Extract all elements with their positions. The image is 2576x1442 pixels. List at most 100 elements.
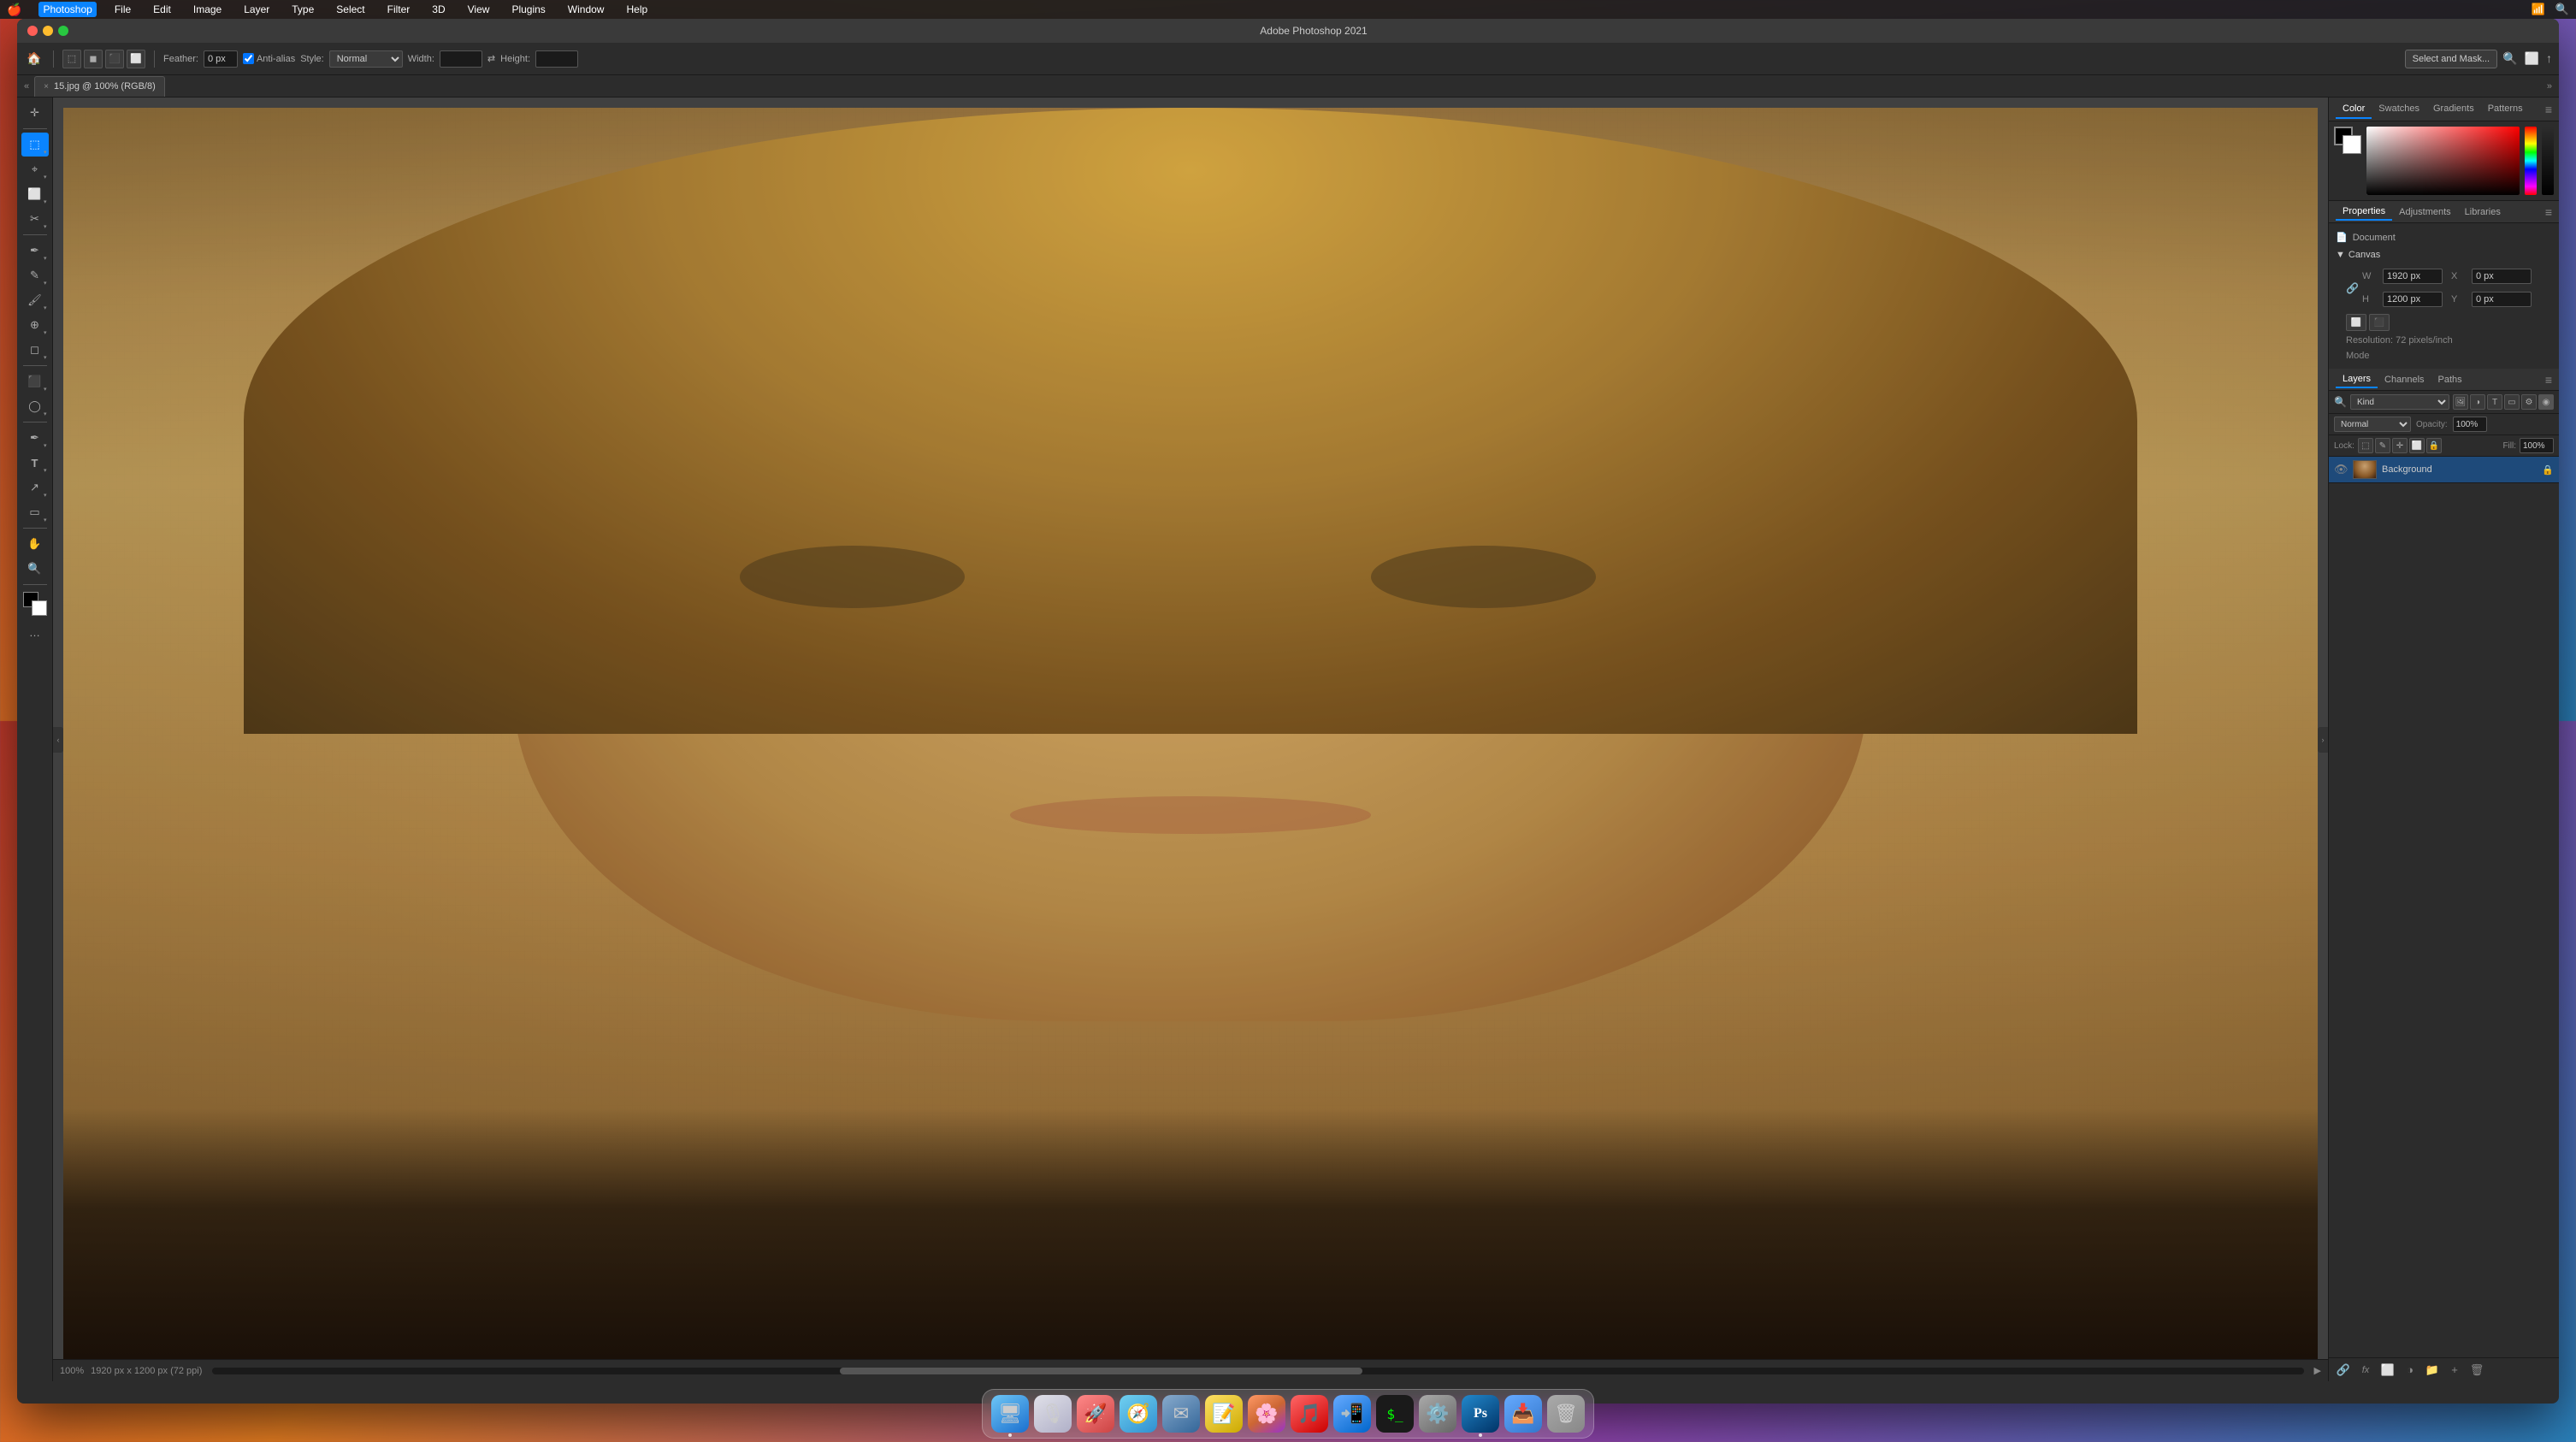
y-prop-input[interactable] — [2472, 292, 2532, 307]
dock-downloads[interactable]: 📥 — [1504, 1395, 1542, 1433]
zoom-btn[interactable]: 🔍 — [21, 557, 49, 581]
3d-menu[interactable]: 3D — [428, 2, 449, 17]
clone-btn[interactable]: ⊕▾ — [21, 313, 49, 337]
hand-btn[interactable]: ✋ — [21, 532, 49, 556]
filter-pixel-btn[interactable]: 🖼 — [2453, 394, 2468, 410]
width-input[interactable] — [440, 50, 482, 68]
help-menu[interactable]: Help — [622, 2, 652, 17]
tab-layers[interactable]: Layers — [2336, 371, 2378, 388]
canvas-header[interactable]: ▼ Canvas — [2336, 246, 2552, 263]
type-btn[interactable]: T▾ — [21, 451, 49, 475]
filter-adj-btn[interactable]: ◑ — [2470, 394, 2485, 410]
heal-btn[interactable]: ✎▾ — [21, 263, 49, 287]
link-icon[interactable]: 🔗 — [2346, 282, 2359, 294]
search-menubar-icon[interactable]: 🔍 — [2555, 3, 2569, 16]
tool-opt4[interactable]: ⬜ — [127, 50, 145, 68]
layer-menu[interactable]: Layer — [239, 2, 274, 17]
plugins-menu[interactable]: Plugins — [507, 2, 549, 17]
tab-color[interactable]: Color — [2336, 100, 2372, 119]
add-mask-btn[interactable]: ⬜ — [2378, 1361, 2397, 1380]
minimize-button[interactable] — [43, 26, 53, 36]
tab-channels[interactable]: Channels — [2378, 372, 2431, 387]
dock-appstore[interactable]: 📲 — [1333, 1395, 1371, 1433]
window-menu[interactable]: Window — [564, 2, 609, 17]
canvas-area[interactable]: ‹ › — [53, 98, 2328, 1381]
eyedropper-btn[interactable]: ✒▾ — [21, 239, 49, 263]
resize-btn-2[interactable]: ⬛ — [2369, 314, 2390, 331]
tab-libraries[interactable]: Libraries — [2458, 204, 2508, 220]
filter-smart-btn[interactable]: ⚙ — [2521, 394, 2537, 410]
lock-artboard-btn[interactable]: ⬜ — [2409, 438, 2425, 453]
lock-draw-btn[interactable]: ✎ — [2375, 438, 2390, 453]
collapse-tools-btn[interactable]: ‹ — [53, 727, 63, 753]
dock-photos[interactable]: 🌸 — [1248, 1395, 1285, 1433]
tab-patterns[interactable]: Patterns — [2481, 100, 2530, 119]
shape-btn[interactable]: ▭▾ — [21, 500, 49, 524]
path-sel-btn[interactable]: ↗▾ — [21, 476, 49, 499]
maximize-button[interactable] — [58, 26, 68, 36]
dock-safari[interactable]: 🧭 — [1120, 1395, 1157, 1433]
background-color[interactable] — [32, 600, 47, 616]
dodge-btn[interactable]: ◯▾ — [21, 394, 49, 418]
lasso-tool-btn[interactable]: ⌖▾ — [21, 157, 49, 181]
filter-shape-btn[interactable]: ▭ — [2504, 394, 2520, 410]
dock-music[interactable]: 🎵 — [1291, 1395, 1328, 1433]
style-select[interactable]: Normal Fixed Ratio Fixed Size — [329, 50, 403, 68]
lock-position-btn[interactable]: ✛ — [2392, 438, 2408, 453]
visibility-icon[interactable]: 👁 — [2334, 463, 2348, 476]
resize-btn-1[interactable]: ⬜ — [2346, 314, 2366, 331]
select-mask-button[interactable]: Select and Mask... — [2405, 50, 2498, 68]
apple-menu[interactable]: 🍎 — [7, 3, 21, 17]
filter-toggle[interactable]: ◉ — [2538, 394, 2554, 410]
blend-mode-select[interactable]: Normal Dissolve Multiply — [2334, 417, 2411, 432]
edit-menu[interactable]: Edit — [149, 2, 175, 17]
background-swatch[interactable] — [2343, 135, 2361, 154]
link-layers-btn[interactable]: 🔗 — [2334, 1361, 2353, 1380]
type-menu[interactable]: Type — [287, 2, 318, 17]
tool-opt2[interactable]: ◼ — [84, 50, 103, 68]
image-tab[interactable]: × 15.jpg @ 100% (RGB/8) — [34, 76, 165, 97]
width-prop-input[interactable] — [2383, 269, 2443, 284]
new-layer-btn[interactable]: + — [2445, 1361, 2464, 1380]
fx-btn[interactable]: fx — [2356, 1361, 2375, 1380]
tab-gradients[interactable]: Gradients — [2426, 100, 2481, 119]
group-btn[interactable]: 📁 — [2423, 1361, 2442, 1380]
tab-close-btn[interactable]: × — [44, 82, 49, 92]
collapse-right-icon[interactable]: » — [2547, 81, 2552, 92]
hue-slider[interactable] — [2525, 127, 2537, 195]
lock-all-btn[interactable]: 🔒 — [2426, 438, 2442, 453]
filter-select[interactable]: Kind — [2350, 394, 2449, 410]
dock-finder[interactable]: 🖥 — [991, 1395, 1029, 1433]
adjustment-btn[interactable]: ◑ — [2401, 1361, 2419, 1380]
marquee-tool-btn[interactable]: ⬚▾ — [21, 133, 49, 157]
gradient-btn[interactable]: ⬛▾ — [21, 369, 49, 393]
more-tools-btn[interactable]: … — [21, 620, 49, 644]
object-sel-btn[interactable]: ⬜▾ — [21, 182, 49, 206]
dock-notes[interactable]: 📝 — [1205, 1395, 1243, 1433]
layers-panel-menu[interactable]: ≡ — [2545, 373, 2552, 387]
image-menu[interactable]: Image — [189, 2, 226, 17]
background-layer[interactable]: 👁 Background 🔒 — [2329, 457, 2559, 483]
dock-terminal[interactable]: $_ — [1376, 1395, 1414, 1433]
tab-paths[interactable]: Paths — [2431, 372, 2469, 387]
fill-input[interactable] — [2520, 438, 2554, 453]
alpha-slider[interactable] — [2542, 127, 2554, 195]
dock-sysprefs[interactable]: ⚙️ — [1419, 1395, 1456, 1433]
dock-launchpad[interactable]: 🚀 — [1077, 1395, 1114, 1433]
filter-menu[interactable]: Filter — [383, 2, 415, 17]
tab-swatches[interactable]: Swatches — [2372, 100, 2426, 119]
move-tool-btn[interactable]: ✛ — [21, 101, 49, 125]
share-icon[interactable]: ↑ — [2546, 51, 2552, 66]
collapse-panels-btn[interactable]: › — [2318, 727, 2328, 753]
workspaces-icon[interactable]: ⬜ — [2525, 51, 2539, 66]
dock-siri[interactable]: 🎙 — [1034, 1395, 1072, 1433]
file-menu[interactable]: File — [110, 2, 135, 17]
dock-mail[interactable]: ✉ — [1162, 1395, 1200, 1433]
antialias-checkbox[interactable] — [243, 53, 254, 64]
rect-marquee-btn[interactable]: ⬚ — [62, 50, 81, 68]
height-input[interactable] — [535, 50, 578, 68]
x-prop-input[interactable] — [2472, 269, 2532, 284]
opacity-input[interactable] — [2453, 417, 2487, 432]
filter-type-btn[interactable]: T — [2487, 394, 2502, 410]
tab-adjustments[interactable]: Adjustments — [2392, 204, 2458, 220]
